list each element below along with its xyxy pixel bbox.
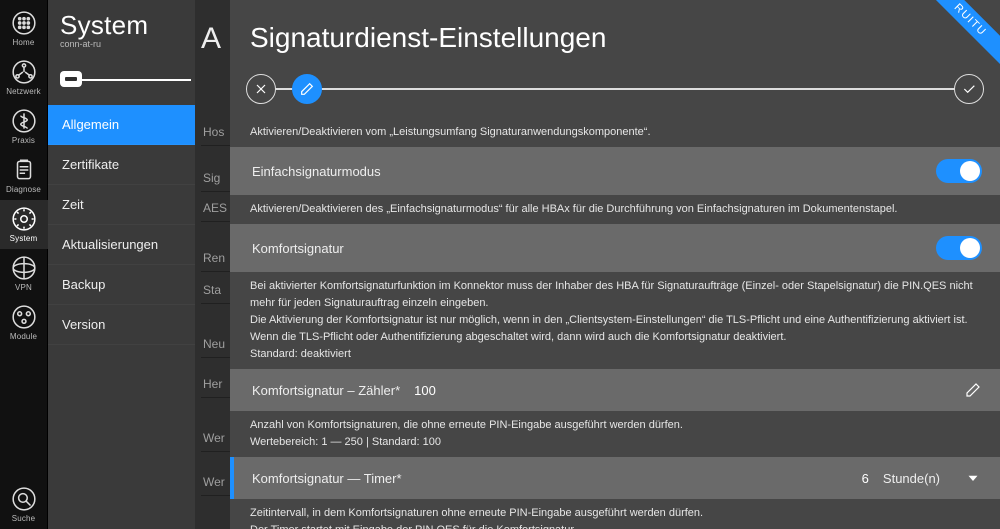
clipboard-icon: [11, 157, 37, 183]
gear-icon: [11, 206, 37, 232]
rail-item-vpn[interactable]: VPN: [0, 249, 48, 298]
section-label: Komfortsignatur – Zähler*: [252, 383, 400, 398]
caduceus-icon: [11, 108, 37, 134]
rail-label: Diagnose: [6, 185, 41, 194]
timer-unit: Stunde(n): [883, 471, 940, 486]
secondary-item-version[interactable]: Version: [48, 305, 195, 345]
nav-rail: Home Netzwerk Praxis Diagnose System VPN…: [0, 0, 48, 529]
rail-item-diagnose[interactable]: Diagnose: [0, 151, 48, 200]
module-icon: [11, 304, 37, 330]
back-row: Sig: [201, 164, 230, 192]
back-row: Her: [201, 370, 230, 398]
secondary-nav-list: Allgemein Zertifikate Zeit Aktualisierun…: [48, 105, 195, 345]
rail-item-netzwerk[interactable]: Netzwerk: [0, 53, 48, 102]
section-label: Einfachsignaturmodus: [252, 164, 381, 179]
section-desc: Anzahl von Komfortsignaturen, die ohne e…: [230, 411, 1000, 457]
back-layer: A Hos Sig AES Ren Sta Neu Her Wer Wer: [195, 0, 230, 529]
rail-label: VPN: [15, 283, 32, 292]
confirm-button[interactable]: [954, 74, 984, 104]
back-row: Sta: [201, 276, 230, 304]
close-button[interactable]: [246, 74, 276, 104]
dialog-title: Signaturdienst-Einstellungen: [230, 0, 1000, 68]
globe-icon: [11, 255, 37, 281]
grid-icon: [11, 10, 37, 36]
intro-note: Aktivieren/Deaktivieren vom „Leistungsum…: [230, 118, 1000, 147]
secondary-item-zertifikate[interactable]: Zertifikate: [48, 145, 195, 185]
toggle-komfortsignatur[interactable]: [936, 236, 982, 260]
edit-icon[interactable]: [964, 381, 982, 399]
rail-item-module[interactable]: Module: [0, 298, 48, 347]
secondary-item-allgemein[interactable]: Allgemein: [48, 105, 195, 145]
rail-item-home[interactable]: Home: [0, 4, 48, 53]
back-row: Ren: [201, 244, 230, 272]
section-komfort-timer: Komfortsignatur — Timer* 6 Stunde(n): [230, 457, 1000, 499]
dialog-body: Aktivieren/Deaktivieren vom „Leistungsum…: [230, 118, 1000, 529]
timer-value: 6: [862, 471, 869, 486]
chevron-down-icon[interactable]: [964, 469, 982, 487]
secondary-item-zeit[interactable]: Zeit: [48, 185, 195, 225]
rail-item-praxis[interactable]: Praxis: [0, 102, 48, 151]
rail-label: Netzwerk: [6, 87, 41, 96]
secondary-item-aktualisierungen[interactable]: Aktualisierungen: [48, 225, 195, 265]
back-row: Wer: [201, 424, 230, 452]
settings-dialog: RUITU Signaturdienst-Einstellungen Aktiv…: [230, 0, 1000, 529]
secondary-item-backup[interactable]: Backup: [48, 265, 195, 305]
search-icon: [11, 486, 37, 512]
section-desc: Bei aktivierter Komfortsignaturfunktion …: [230, 272, 1000, 369]
section-komfortsignatur: Komfortsignatur: [230, 224, 1000, 272]
section-komfort-zaehler: Komfortsignatur – Zähler* 100: [230, 369, 1000, 411]
rail-label: Module: [10, 332, 37, 341]
secondary-nav: System conn-at-ru Allgemein Zertifikate …: [48, 0, 195, 529]
section-label: Komfortsignatur: [252, 241, 344, 256]
section-label: Komfortsignatur — Timer*: [252, 471, 402, 486]
section-einfachsignatur: Einfachsignaturmodus: [230, 147, 1000, 195]
back-row: Neu: [201, 330, 230, 358]
dialog-action-bar: [246, 68, 984, 110]
section-title: System: [60, 10, 183, 41]
section-desc: Aktivieren/Deaktivieren des „Einfachsign…: [230, 195, 1000, 224]
back-row: Hos: [201, 118, 230, 146]
network-icon: [11, 59, 37, 85]
rail-item-system[interactable]: System: [0, 200, 48, 249]
edit-mode-button[interactable]: [292, 74, 322, 104]
rail-item-suche[interactable]: Suche: [0, 480, 48, 529]
rail-label: Praxis: [12, 136, 35, 145]
toggle-einfachsignatur[interactable]: [936, 159, 982, 183]
zaehler-value: 100: [414, 383, 436, 398]
topology-graphic: [58, 65, 185, 95]
section-desc: Zeitintervall, in dem Komfortsignaturen …: [230, 499, 1000, 529]
rail-label: Home: [13, 38, 35, 47]
back-heading: A: [201, 22, 221, 56]
back-row: AES: [201, 194, 230, 222]
device-node-icon: [60, 71, 82, 87]
rail-label: System: [10, 234, 38, 243]
back-row: Wer: [201, 468, 230, 496]
rail-label: Suche: [12, 514, 35, 523]
